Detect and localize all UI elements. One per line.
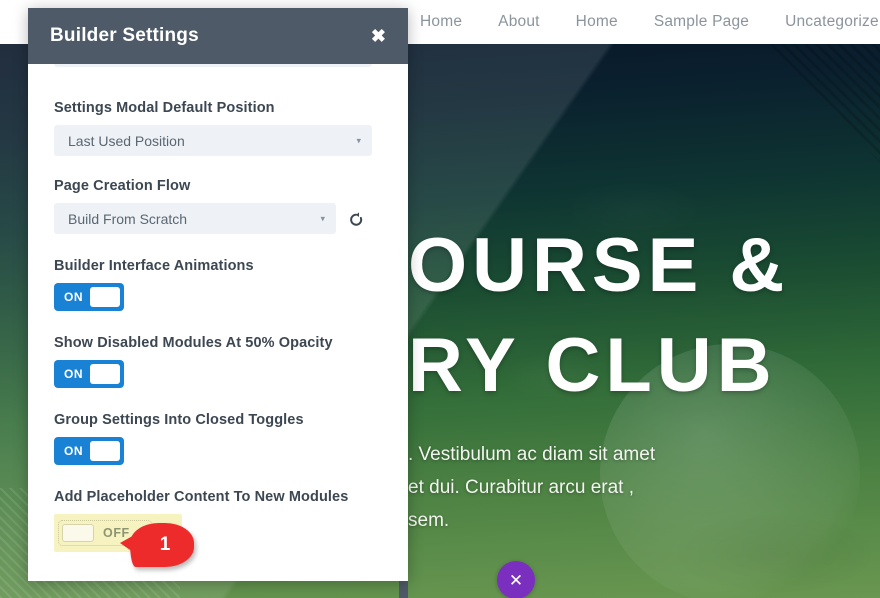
nav-item-home-1[interactable]: Home <box>420 0 462 44</box>
nav-item-about[interactable]: About <box>498 0 540 44</box>
hero-title-line-2: RY CLUB <box>408 323 777 408</box>
select-value: Last Used Position <box>68 132 185 149</box>
field-builder-interface-animations: Builder Interface Animations ON <box>54 258 382 311</box>
hero-body-line-2: et dui. Curabitur arcu erat , <box>408 477 634 498</box>
field-label: Settings Modal Default Position <box>54 100 275 116</box>
chevron-down-icon: ▾ <box>320 213 325 223</box>
hero-title-line-1: OURSE & <box>408 223 790 308</box>
toggle-state-label: OFF <box>103 526 130 540</box>
group-settings-toggle[interactable]: ON <box>54 437 124 465</box>
reset-icon[interactable] <box>346 209 366 229</box>
hero-copy: OURSE & RY CLUB . Vestibulum ac diam sit… <box>408 216 880 537</box>
chevron-down-icon: ▾ <box>356 135 361 145</box>
nav-item-uncategorized[interactable]: Uncategorize <box>785 0 879 44</box>
modal-body: Settings Modal Default Position Last Use… <box>28 64 408 581</box>
toggle-knob <box>90 287 120 307</box>
field-show-disabled-modules: Show Disabled Modules At 50% Opacity ON <box>54 335 382 388</box>
field-label: Show Disabled Modules At 50% Opacity <box>54 335 333 351</box>
builder-settings-modal: Builder Settings ✖ Settings Modal Defaul… <box>28 8 408 581</box>
builder-interface-animations-toggle[interactable]: ON <box>54 283 124 311</box>
site-navigation: Home About Home Sample Page Uncategorize <box>420 0 879 44</box>
nav-item-sample-page[interactable]: Sample Page <box>654 0 749 44</box>
field-label: Page Creation Flow <box>54 178 191 194</box>
modal-title: Builder Settings <box>50 25 199 46</box>
field-label: Group Settings Into Closed Toggles <box>54 412 304 428</box>
toggle-state-label: ON <box>64 444 84 458</box>
field-group-settings-into-closed-toggles: Group Settings Into Closed Toggles ON <box>54 412 382 465</box>
highlight-wrapper: OFF <box>54 514 182 552</box>
toggle-state-label: ON <box>64 367 84 381</box>
fab-close-glyph: ✕ <box>508 570 524 590</box>
field-add-placeholder-content: Add Placeholder Content To New Modules O… <box>54 489 382 557</box>
select-value: Build From Scratch <box>68 210 188 227</box>
close-icon[interactable]: ✕ <box>497 561 535 598</box>
show-disabled-modules-toggle[interactable]: ON <box>54 360 124 388</box>
toggle-knob <box>90 441 120 461</box>
field-settings-modal-default-position: Settings Modal Default Position Last Use… <box>54 100 382 156</box>
add-placeholder-content-toggle[interactable]: OFF <box>58 520 152 546</box>
toggle-knob <box>62 524 94 542</box>
modal-header[interactable]: Builder Settings ✖ <box>28 8 408 64</box>
page-creation-flow-select[interactable]: Build From Scratch ▾ <box>54 203 336 234</box>
clipped-field-above <box>54 64 382 78</box>
toggle-state-label: ON <box>64 290 84 304</box>
settings-modal-position-select[interactable]: Last Used Position ▾ <box>54 125 372 156</box>
clipped-select[interactable] <box>54 64 372 67</box>
select-row: Last Used Position ▾ <box>54 125 382 156</box>
screenshot-root: OURSE & RY CLUB . Vestibulum ac diam sit… <box>0 0 880 598</box>
select-row: Build From Scratch ▾ <box>54 203 382 234</box>
toggle-knob <box>90 364 120 384</box>
field-label: Builder Interface Animations <box>54 258 254 274</box>
modal-close-icon[interactable]: ✖ <box>369 23 388 49</box>
nav-item-home-2[interactable]: Home <box>576 0 618 44</box>
field-label: Add Placeholder Content To New Modules <box>54 489 349 505</box>
hero-body-line-3: sem. <box>408 510 450 531</box>
hero-body-line-1: . Vestibulum ac diam sit amet <box>408 444 656 465</box>
field-page-creation-flow: Page Creation Flow Build From Scratch ▾ <box>54 178 382 234</box>
